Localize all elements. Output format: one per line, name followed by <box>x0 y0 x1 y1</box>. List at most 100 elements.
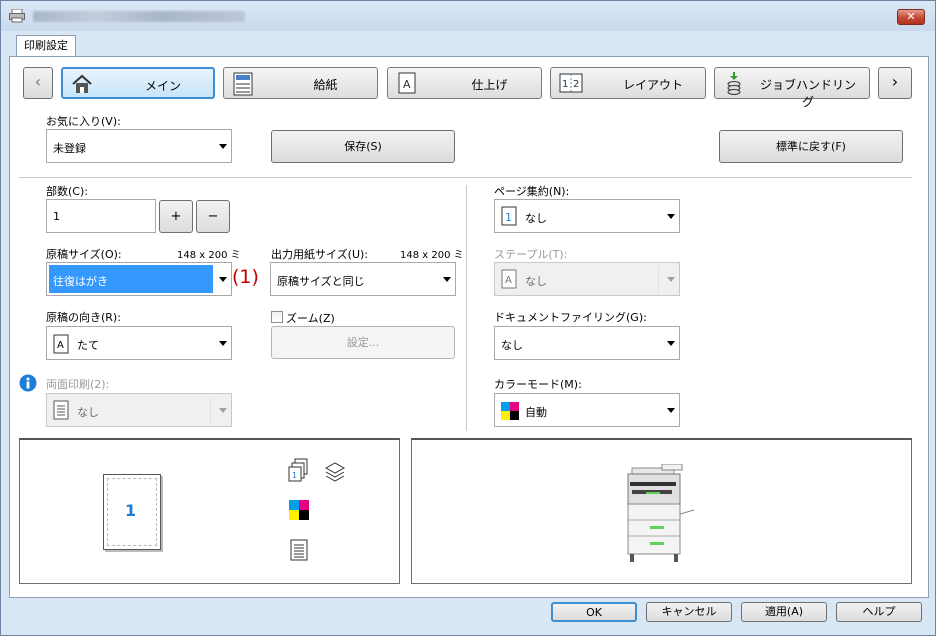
column-divider <box>466 185 467 431</box>
chevron-down-icon <box>219 277 227 282</box>
nav-next-button[interactable]: › <box>878 67 912 99</box>
page-preview-number: 1 <box>125 501 137 520</box>
finishing-icon: A <box>396 72 418 94</box>
favorites-label: お気に入り(V): <box>46 115 121 128</box>
copies-label: 部数(C): <box>46 185 88 198</box>
page-preview-pane: 1 1 <box>19 438 400 584</box>
original-size-dimensions: 148 x 200 ミ <box>177 250 241 261</box>
info-icon <box>19 374 37 395</box>
zoom-label: ズーム(Z) <box>286 312 335 325</box>
divider <box>19 177 912 178</box>
help-button[interactable]: ヘルプ <box>836 602 922 622</box>
tab-paper-source[interactable]: 給紙 <box>223 67 378 99</box>
restore-defaults-button[interactable]: 標準に戻す(F) <box>719 130 903 163</box>
ok-button[interactable]: OK <box>551 602 637 622</box>
printer-icon <box>9 8 25 23</box>
callout-marker: (1) <box>232 266 259 288</box>
copies-increment-button[interactable]: + <box>159 200 193 233</box>
printer-image <box>622 463 712 569</box>
paper-tray-icon <box>232 72 254 96</box>
chevron-down-icon <box>219 144 227 149</box>
original-size-value: 往復はがき <box>53 275 108 288</box>
chevron-down-icon <box>667 408 675 413</box>
output-size-value: 原稿サイズと同じ <box>277 275 365 288</box>
select-separator <box>210 397 211 423</box>
orientation-value: たて <box>77 339 99 352</box>
color-auto-icon <box>501 402 519 423</box>
tab-main-label: メイン <box>144 79 181 93</box>
page-preview: 1 <box>103 474 161 550</box>
duplex-value: なし <box>77 406 99 419</box>
output-size-label: 出力用紙サイズ(U): <box>271 248 369 261</box>
document-filing-select[interactable]: なし <box>494 326 680 360</box>
staple-select[interactable]: A なし <box>494 262 680 296</box>
color-mode-label: カラーモード(M): <box>494 378 582 391</box>
tab-job-handling[interactable]: ジョブハンドリング <box>714 67 870 109</box>
printer-preview-pane <box>411 438 912 584</box>
nup-select[interactable]: 1 なし <box>494 199 680 233</box>
svg-text:A: A <box>57 340 64 351</box>
svg-text:A: A <box>505 275 512 286</box>
copies-decrement-button[interactable]: − <box>196 200 230 233</box>
document-filing-label: ドキュメントファイリング(G): <box>494 311 647 324</box>
save-button[interactable]: 保存(S) <box>271 130 455 163</box>
zoom-settings-button[interactable]: 設定... <box>271 326 455 359</box>
chevron-down-icon <box>667 341 675 346</box>
job-handling-icon <box>723 72 745 95</box>
cancel-button[interactable]: キャンセル <box>646 602 732 622</box>
output-size-select[interactable]: 原稿サイズと同じ <box>270 262 456 296</box>
orientation-label: 原稿の向き(R): <box>46 311 121 324</box>
color-mode-icon <box>289 500 309 523</box>
close-button[interactable]: ✕ <box>897 9 925 25</box>
tab-layout-label: レイアウト <box>622 78 683 92</box>
window-title <box>33 11 245 22</box>
stack-icon <box>324 460 346 485</box>
chevron-down-icon <box>219 408 227 413</box>
tab-job-handling-label: ジョブハンドリング <box>759 78 856 109</box>
nav-prev-button[interactable]: ‹ <box>23 67 53 99</box>
chevron-down-icon <box>219 341 227 346</box>
page-lines-icon <box>53 400 69 423</box>
layout-icon: 12 <box>559 72 583 94</box>
original-size-select[interactable]: 往復はがき <box>46 262 232 296</box>
print-settings-window: ✕ 印刷設定 ‹ メイン 給紙 A 仕上げ 12 レイアウト ジョブハンドリング… <box>0 0 936 636</box>
copies-input[interactable]: 1 <box>46 199 156 233</box>
tab-print-settings[interactable]: 印刷設定 <box>16 35 76 57</box>
tab-finishing[interactable]: A 仕上げ <box>387 67 542 99</box>
original-size-label: 原稿サイズ(O): <box>46 248 122 261</box>
staple-label: ステープル(T): <box>494 248 568 261</box>
duplex-label: 両面印刷(2): <box>46 378 110 391</box>
simplex-page-icon <box>290 539 308 564</box>
document-filing-value: なし <box>501 339 523 352</box>
svg-text:1: 1 <box>292 471 297 480</box>
staple-value: なし <box>525 275 547 288</box>
orientation-select[interactable]: A たて <box>46 326 232 360</box>
color-mode-select[interactable]: 自動 <box>494 393 680 427</box>
tab-paper-source-label: 給紙 <box>313 78 338 92</box>
staple-page-icon: A <box>501 269 517 292</box>
nup-label: ページ集約(N): <box>494 185 570 198</box>
favorites-value: 未登録 <box>53 142 86 155</box>
title-bar: ✕ <box>1 1 935 31</box>
portrait-icon: A <box>53 334 69 357</box>
duplex-select[interactable]: なし <box>46 393 232 427</box>
tab-layout[interactable]: 12 レイアウト <box>550 67 706 99</box>
chevron-down-icon <box>443 277 451 282</box>
one-up-icon: 1 <box>501 206 517 229</box>
tab-finishing-label: 仕上げ <box>471 78 508 92</box>
output-size-dimensions: 148 x 200 ミ <box>400 250 464 261</box>
copies-collate-icon: 1 <box>288 458 310 485</box>
copies-value: 1 <box>53 210 60 223</box>
zoom-checkbox[interactable] <box>271 311 283 323</box>
favorites-select[interactable]: 未登録 <box>46 129 232 163</box>
color-mode-value: 自動 <box>525 406 547 419</box>
svg-text:1: 1 <box>562 79 568 90</box>
nup-value: なし <box>525 212 547 225</box>
home-icon <box>71 73 93 95</box>
select-separator <box>658 266 659 292</box>
apply-button[interactable]: 適用(A) <box>741 602 827 622</box>
svg-text:2: 2 <box>573 79 579 90</box>
tab-main[interactable]: メイン <box>61 67 215 99</box>
svg-text:A: A <box>403 78 411 91</box>
chevron-down-icon <box>667 214 675 219</box>
